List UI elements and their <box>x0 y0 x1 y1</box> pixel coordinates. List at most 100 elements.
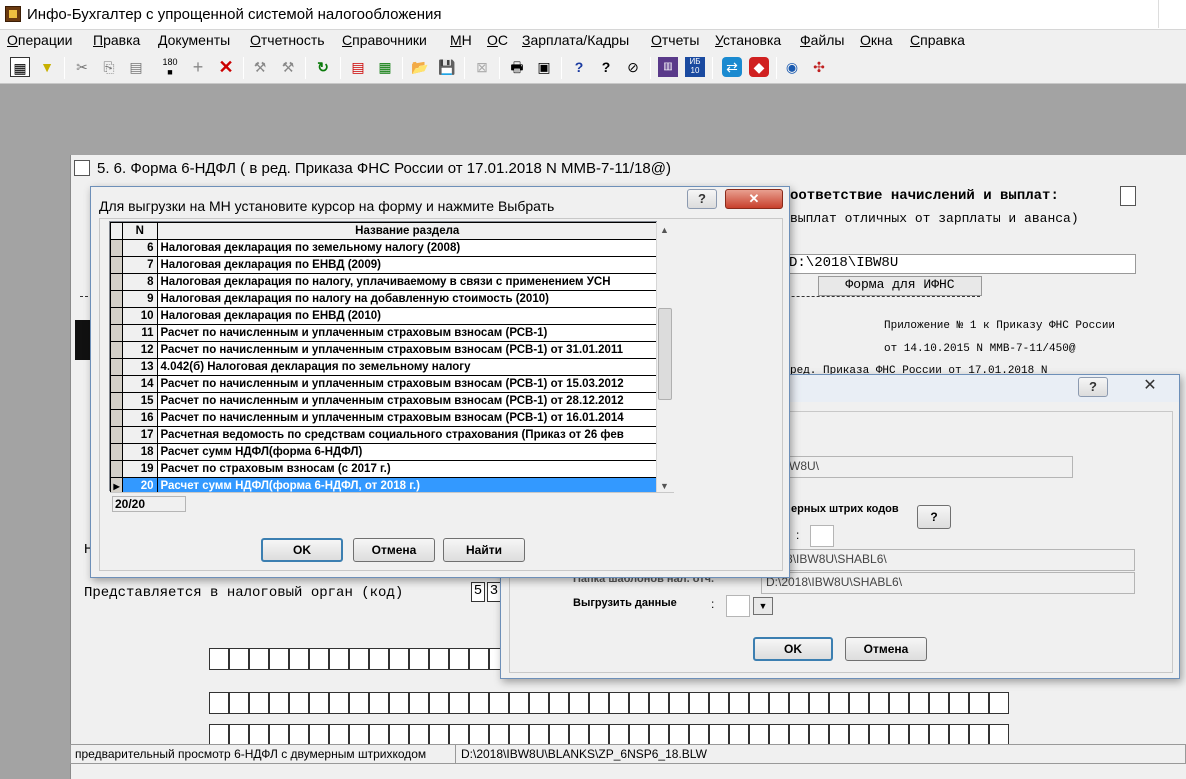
calc-icon[interactable]: 180 ■ <box>160 57 180 77</box>
row-name: Налоговая декларация по ЕНВД (2009) <box>156 256 658 274</box>
ib10-icon[interactable]: ИБ 10 <box>685 57 705 77</box>
open-folder-icon[interactable]: 📂 <box>410 57 430 77</box>
table-row[interactable]: 17 Расчетная ведомость по средствам социа… <box>109 426 658 444</box>
minimize-button[interactable] <box>1158 0 1186 28</box>
table-row[interactable]: 18 Расчет сумм НДФЛ(форма 6-НДФЛ) <box>109 443 658 461</box>
tax-code-digit[interactable]: 3 <box>487 582 501 602</box>
dialog-help-button[interactable]: ? <box>687 189 717 209</box>
dialog-close-button[interactable]: ✕ <box>725 189 783 209</box>
table-row[interactable]: 11 Расчет по начисленным и уплаченным ст… <box>109 324 658 342</box>
menu-reporting[interactable]: Отчетность <box>250 32 325 48</box>
row-name: 4.042(б) Налоговая декларация по земельн… <box>156 358 658 376</box>
menu-settings[interactable]: Установка <box>715 32 781 48</box>
table-row[interactable]: 6 Налоговая декларация по земельному нало… <box>109 239 658 257</box>
export-help-button[interactable]: ? <box>1078 377 1108 397</box>
refresh-icon[interactable]: ↻ <box>313 57 333 77</box>
checkbox[interactable] <box>1120 186 1136 206</box>
sections-table[interactable]: N Название раздела 6 Налоговая декларация… <box>109 221 674 514</box>
export-path-field[interactable]: BW8U\ <box>776 456 1073 478</box>
table-row[interactable]: 14 Расчет по начисленным и уплаченным стр… <box>109 375 658 393</box>
menu-operations[interactable]: Операции <box>7 32 73 48</box>
table-row[interactable]: 19 Расчет по страховым взносам (с 2017 г.… <box>109 460 658 478</box>
colon: : <box>796 528 800 542</box>
context-help-icon[interactable]: ? <box>596 57 616 77</box>
cancel-button[interactable]: Отмена <box>353 538 435 562</box>
row-number: 13 <box>122 358 158 376</box>
print-icon[interactable]: 🖶 <box>507 57 527 77</box>
row-name: Расчет по начисленным и уплаченным страх… <box>156 324 658 342</box>
table-row[interactable]: 10 Налоговая декларация по ЕНВД (2010) <box>109 307 658 325</box>
chevron-down-icon[interactable]: ▼ <box>753 597 773 615</box>
menu-payroll[interactable]: Зарплата/Кадры <box>522 32 629 48</box>
table-header: N Название раздела <box>109 222 658 240</box>
row-name: Расчет по начисленным и уплаченным страх… <box>156 341 658 359</box>
export-close-button[interactable]: ✕ <box>1127 377 1173 397</box>
find-button[interactable]: Найти <box>443 538 525 562</box>
record-counter: 20/20 <box>112 496 186 512</box>
table-row[interactable]: 12 Расчет по начисленным и уплаченным стр… <box>109 341 658 359</box>
paste-icon[interactable]: ▤ <box>126 57 146 77</box>
copy-icon[interactable]: ⎘ <box>99 57 119 77</box>
export-data-field[interactable] <box>726 595 750 617</box>
vertical-scrollbar[interactable]: ▲ ▼ <box>656 222 673 492</box>
appendix-2: от 14.10.2015 N ММВ-7-11/450@ <box>884 343 1076 355</box>
teamviewer-icon[interactable]: ⇄ <box>722 57 742 77</box>
export-cancel-button[interactable]: Отмена <box>845 637 927 661</box>
export-ok-button[interactable]: OK <box>753 637 833 661</box>
templates-path-field[interactable]: 2018\IBW8U\SHABL6\ <box>761 549 1135 571</box>
menu-help[interactable]: Справка <box>910 32 965 48</box>
menu-mn[interactable]: МН <box>450 32 472 48</box>
table-row[interactable]: 13 4.042(б) Налоговая декларация по земел… <box>109 358 658 376</box>
scroll-up-icon[interactable]: ▲ <box>660 225 669 235</box>
path-field[interactable]: D:\2018\IBW8U <box>786 254 1136 274</box>
select-form-dialog: Для выгрузки на МН установите курсор на … <box>90 186 790 578</box>
table-row[interactable]: 16 Расчет по начисленным и уплаченным стр… <box>109 409 658 427</box>
column-header-name[interactable]: Название раздела <box>156 222 658 240</box>
document-icon <box>74 160 90 176</box>
form-caption: 5. 6. Форма 6-НДФЛ ( в ред. Приказа ФНС … <box>97 160 671 177</box>
row-name: Расчет по начисленным и уплаченным страх… <box>156 375 658 393</box>
menu-files[interactable]: Файлы <box>800 32 845 48</box>
anydesk-icon[interactable]: ◆ <box>749 57 769 77</box>
spreadsheet-icon[interactable]: ▦ <box>375 57 395 77</box>
delete-icon[interactable]: ✕ <box>216 57 236 77</box>
tool2-icon[interactable]: ⚒ <box>278 57 298 77</box>
menu-reports[interactable]: Отчеты <box>651 32 699 48</box>
table-row[interactable]: 9 Налоговая декларация по налогу на добав… <box>109 290 658 308</box>
report-icon[interactable]: ▤ <box>348 57 368 77</box>
column-header-n[interactable]: N <box>122 222 158 240</box>
cut-icon[interactable]: ✂ <box>72 57 92 77</box>
table-row[interactable]: 7 Налоговая декларация по ЕНВД (2009) <box>109 256 658 274</box>
menu-os[interactable]: ОС <box>487 32 508 48</box>
name-cells[interactable] <box>209 692 1009 714</box>
info-icon[interactable]: ◉ <box>782 57 802 77</box>
table-row[interactable]: 8 Налоговая декларация по налогу, уплачив… <box>109 273 658 291</box>
table-row[interactable]: 15 Расчет по начисленным и уплаченным стр… <box>109 392 658 410</box>
chart-icon[interactable]: ▥ <box>658 57 678 77</box>
network-icon[interactable]: ✣ <box>809 57 829 77</box>
tool-icon[interactable]: ⚒ <box>250 57 270 77</box>
menu-references[interactable]: Справочники <box>342 32 427 48</box>
ok-button[interactable]: OK <box>261 538 343 562</box>
menu-documents[interactable]: Документы <box>158 32 230 48</box>
status-path: D:\2018\IBW8U\BLANKS\ZP_6NSP6_18.BLW <box>461 747 707 761</box>
tax-code-digit[interactable]: 5 <box>471 582 485 602</box>
ifns-button[interactable]: Форма для ИФНС <box>818 276 982 296</box>
preview-icon[interactable]: ▣ <box>534 57 554 77</box>
scroll-down-icon[interactable]: ▼ <box>660 481 669 491</box>
list-icon[interactable]: ▦ <box>10 57 30 77</box>
barcode-help-button[interactable]: ? <box>917 505 951 529</box>
save-icon[interactable]: 💾 <box>437 57 457 77</box>
row-number: 19 <box>122 460 158 478</box>
scroll-thumb[interactable] <box>658 308 672 400</box>
add-icon[interactable]: + <box>188 57 208 77</box>
name-cells-2[interactable] <box>209 724 1009 746</box>
templates-field[interactable]: D:\2018\IBW8U\SHABL6\ <box>761 572 1135 594</box>
help-icon[interactable]: ? <box>569 57 589 77</box>
menu-windows[interactable]: Окна <box>860 32 893 48</box>
filter-icon[interactable]: ▼ <box>37 57 57 77</box>
menu-edit[interactable]: Правка <box>93 32 140 48</box>
row-name: Налоговая декларация по ЕНВД (2010) <box>156 307 658 325</box>
compass-icon[interactable]: ⊘ <box>623 57 643 77</box>
barcode-checkbox[interactable] <box>810 525 834 547</box>
